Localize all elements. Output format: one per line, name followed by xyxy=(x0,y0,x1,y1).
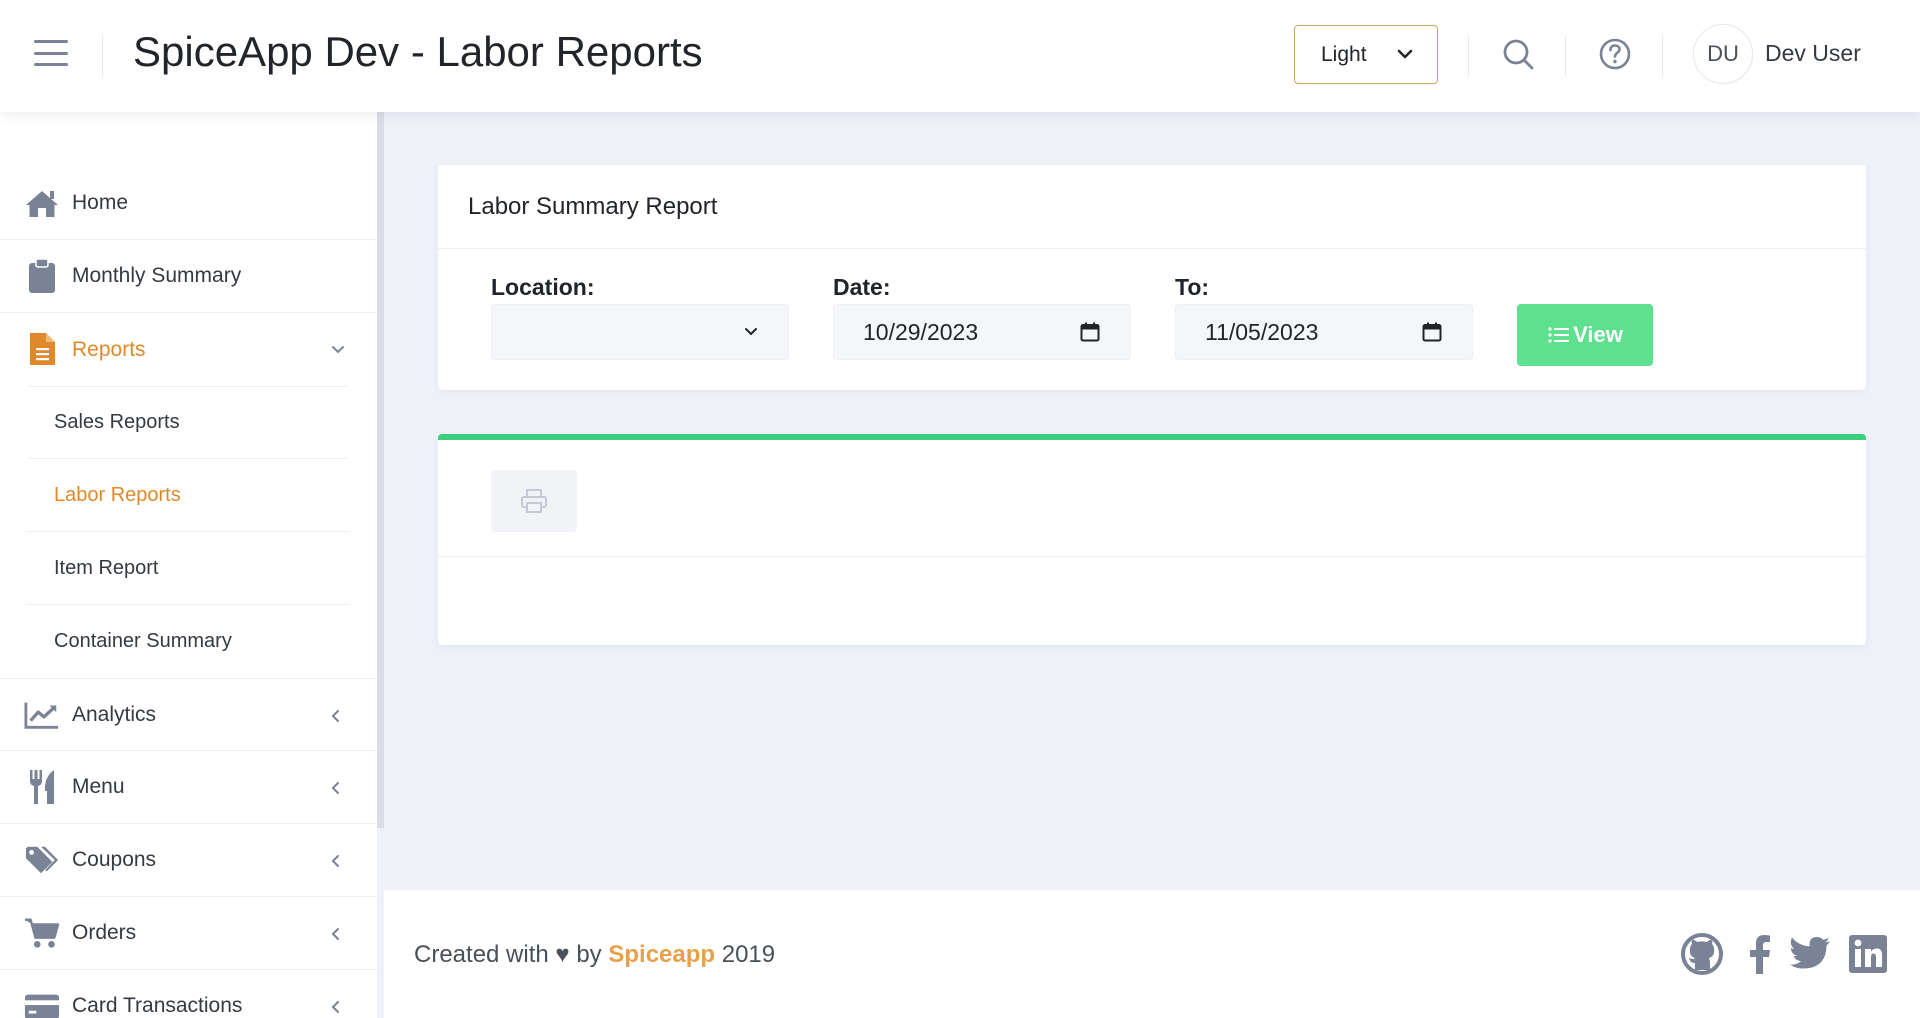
chevron-down-icon xyxy=(1397,49,1413,59)
sidebar-subitem-label: Labor Reports xyxy=(54,483,181,506)
top-header: SpiceApp Dev - Labor Reports Light DU De… xyxy=(0,0,1920,112)
chevron-left-icon xyxy=(331,928,339,940)
header-divider xyxy=(1468,36,1469,76)
sidebar-item-label: Menu xyxy=(72,775,125,798)
heart-icon: ♥ xyxy=(555,941,570,968)
report-results-card xyxy=(438,434,1866,645)
facebook-icon[interactable] xyxy=(1738,932,1782,976)
sidebar-nav: Home Monthly Summary Reports Sales Repor… xyxy=(0,167,377,1018)
clipboard-icon xyxy=(24,258,60,293)
view-button[interactable]: View xyxy=(1517,304,1653,366)
sidebar-item-reports[interactable]: Reports xyxy=(0,313,377,386)
header-divider xyxy=(1565,36,1566,76)
search-icon[interactable] xyxy=(1500,36,1536,72)
chevron-left-icon xyxy=(331,710,339,722)
sidebar-item-card-transactions[interactable]: Card Transactions xyxy=(0,970,377,1018)
sidebar-scrollbar[interactable] xyxy=(377,112,384,828)
location-select[interactable] xyxy=(491,304,789,360)
chevron-left-icon xyxy=(331,1001,339,1013)
sidebar-item-label: Home xyxy=(72,191,129,214)
cart-icon xyxy=(24,917,60,949)
calendar-icon[interactable] xyxy=(1422,322,1442,342)
to-label: To: xyxy=(1175,274,1210,300)
sidebar-item-label: Reports xyxy=(72,337,146,361)
github-icon[interactable] xyxy=(1680,932,1724,976)
home-icon xyxy=(24,187,60,219)
card-title: Labor Summary Report xyxy=(438,165,1866,249)
footer-credit: Created with ♥ by Spiceapp 2019 xyxy=(414,941,775,969)
page-title: SpiceApp Dev - Labor Reports xyxy=(133,28,703,75)
date-label: Date: xyxy=(833,274,891,300)
labor-summary-card: Labor Summary Report Location: Date: 10/… xyxy=(438,165,1866,390)
sidebar-item-label: Coupons xyxy=(72,848,157,871)
location-label: Location: xyxy=(491,274,595,300)
file-icon xyxy=(24,333,60,365)
card-divider xyxy=(438,556,1866,557)
chart-line-icon xyxy=(24,699,60,731)
sidebar-subitem-label: Sales Reports xyxy=(54,411,180,433)
hamburger-menu-icon[interactable] xyxy=(34,40,68,66)
header-divider xyxy=(102,36,103,76)
footer-year: 2019 xyxy=(721,941,776,968)
sidebar-item-coupons[interactable]: Coupons xyxy=(0,824,377,897)
tags-icon xyxy=(24,844,60,876)
list-icon xyxy=(1548,327,1570,343)
sidebar-item-analytics[interactable]: Analytics xyxy=(0,678,377,751)
credit-card-icon xyxy=(24,990,60,1018)
footer-created: Created with xyxy=(414,941,549,968)
sidebar-subitem-sales-reports[interactable]: Sales Reports xyxy=(28,386,348,459)
theme-select-value: Light xyxy=(1321,42,1367,66)
printer-icon xyxy=(521,489,547,513)
print-button[interactable] xyxy=(491,470,577,532)
view-button-label: View xyxy=(1573,322,1623,347)
theme-select[interactable]: Light xyxy=(1294,25,1438,84)
linkedin-icon[interactable] xyxy=(1846,932,1890,976)
sidebar-item-menu[interactable]: Menu xyxy=(0,751,377,824)
to-date-input[interactable]: 11/05/2023 xyxy=(1175,304,1473,360)
date-input[interactable]: 10/29/2023 xyxy=(833,304,1131,360)
header-divider xyxy=(1662,36,1663,76)
twitter-icon[interactable] xyxy=(1788,932,1832,976)
sidebar-item-label: Orders xyxy=(72,921,137,944)
sidebar-subitem-item-report[interactable]: Item Report xyxy=(28,532,348,605)
sidebar-subitem-labor-reports[interactable]: Labor Reports xyxy=(28,459,348,532)
sidebar-subitem-label: Container Summary xyxy=(54,630,232,652)
user-name[interactable]: Dev User xyxy=(1765,40,1861,67)
sidebar: Home Monthly Summary Reports Sales Repor… xyxy=(0,112,377,1018)
footer: Created with ♥ by Spiceapp 2019 xyxy=(384,890,1920,1018)
footer-by: by xyxy=(576,941,602,968)
help-icon[interactable] xyxy=(1597,36,1633,72)
utensils-icon xyxy=(24,770,60,804)
sidebar-item-orders[interactable]: Orders xyxy=(0,897,377,970)
chevron-down-icon xyxy=(745,328,757,336)
sidebar-item-label: Monthly Summary xyxy=(72,264,242,287)
chevron-left-icon xyxy=(331,782,339,794)
sidebar-subitem-container-summary[interactable]: Container Summary xyxy=(28,605,348,678)
chevron-down-icon xyxy=(332,346,344,354)
avatar[interactable]: DU xyxy=(1693,24,1753,84)
to-date-input-value: 11/05/2023 xyxy=(1205,318,1319,345)
sidebar-item-label: Card Transactions xyxy=(72,994,243,1017)
sidebar-subitem-label: Item Report xyxy=(54,556,159,579)
sidebar-item-home[interactable]: Home xyxy=(0,167,377,240)
chevron-left-icon xyxy=(331,855,339,867)
calendar-icon[interactable] xyxy=(1080,322,1100,342)
date-input-value: 10/29/2023 xyxy=(863,318,979,345)
sidebar-item-monthly-summary[interactable]: Monthly Summary xyxy=(0,240,377,313)
sidebar-item-label: Analytics xyxy=(72,702,157,726)
footer-brand-link[interactable]: Spiceapp xyxy=(608,941,715,968)
